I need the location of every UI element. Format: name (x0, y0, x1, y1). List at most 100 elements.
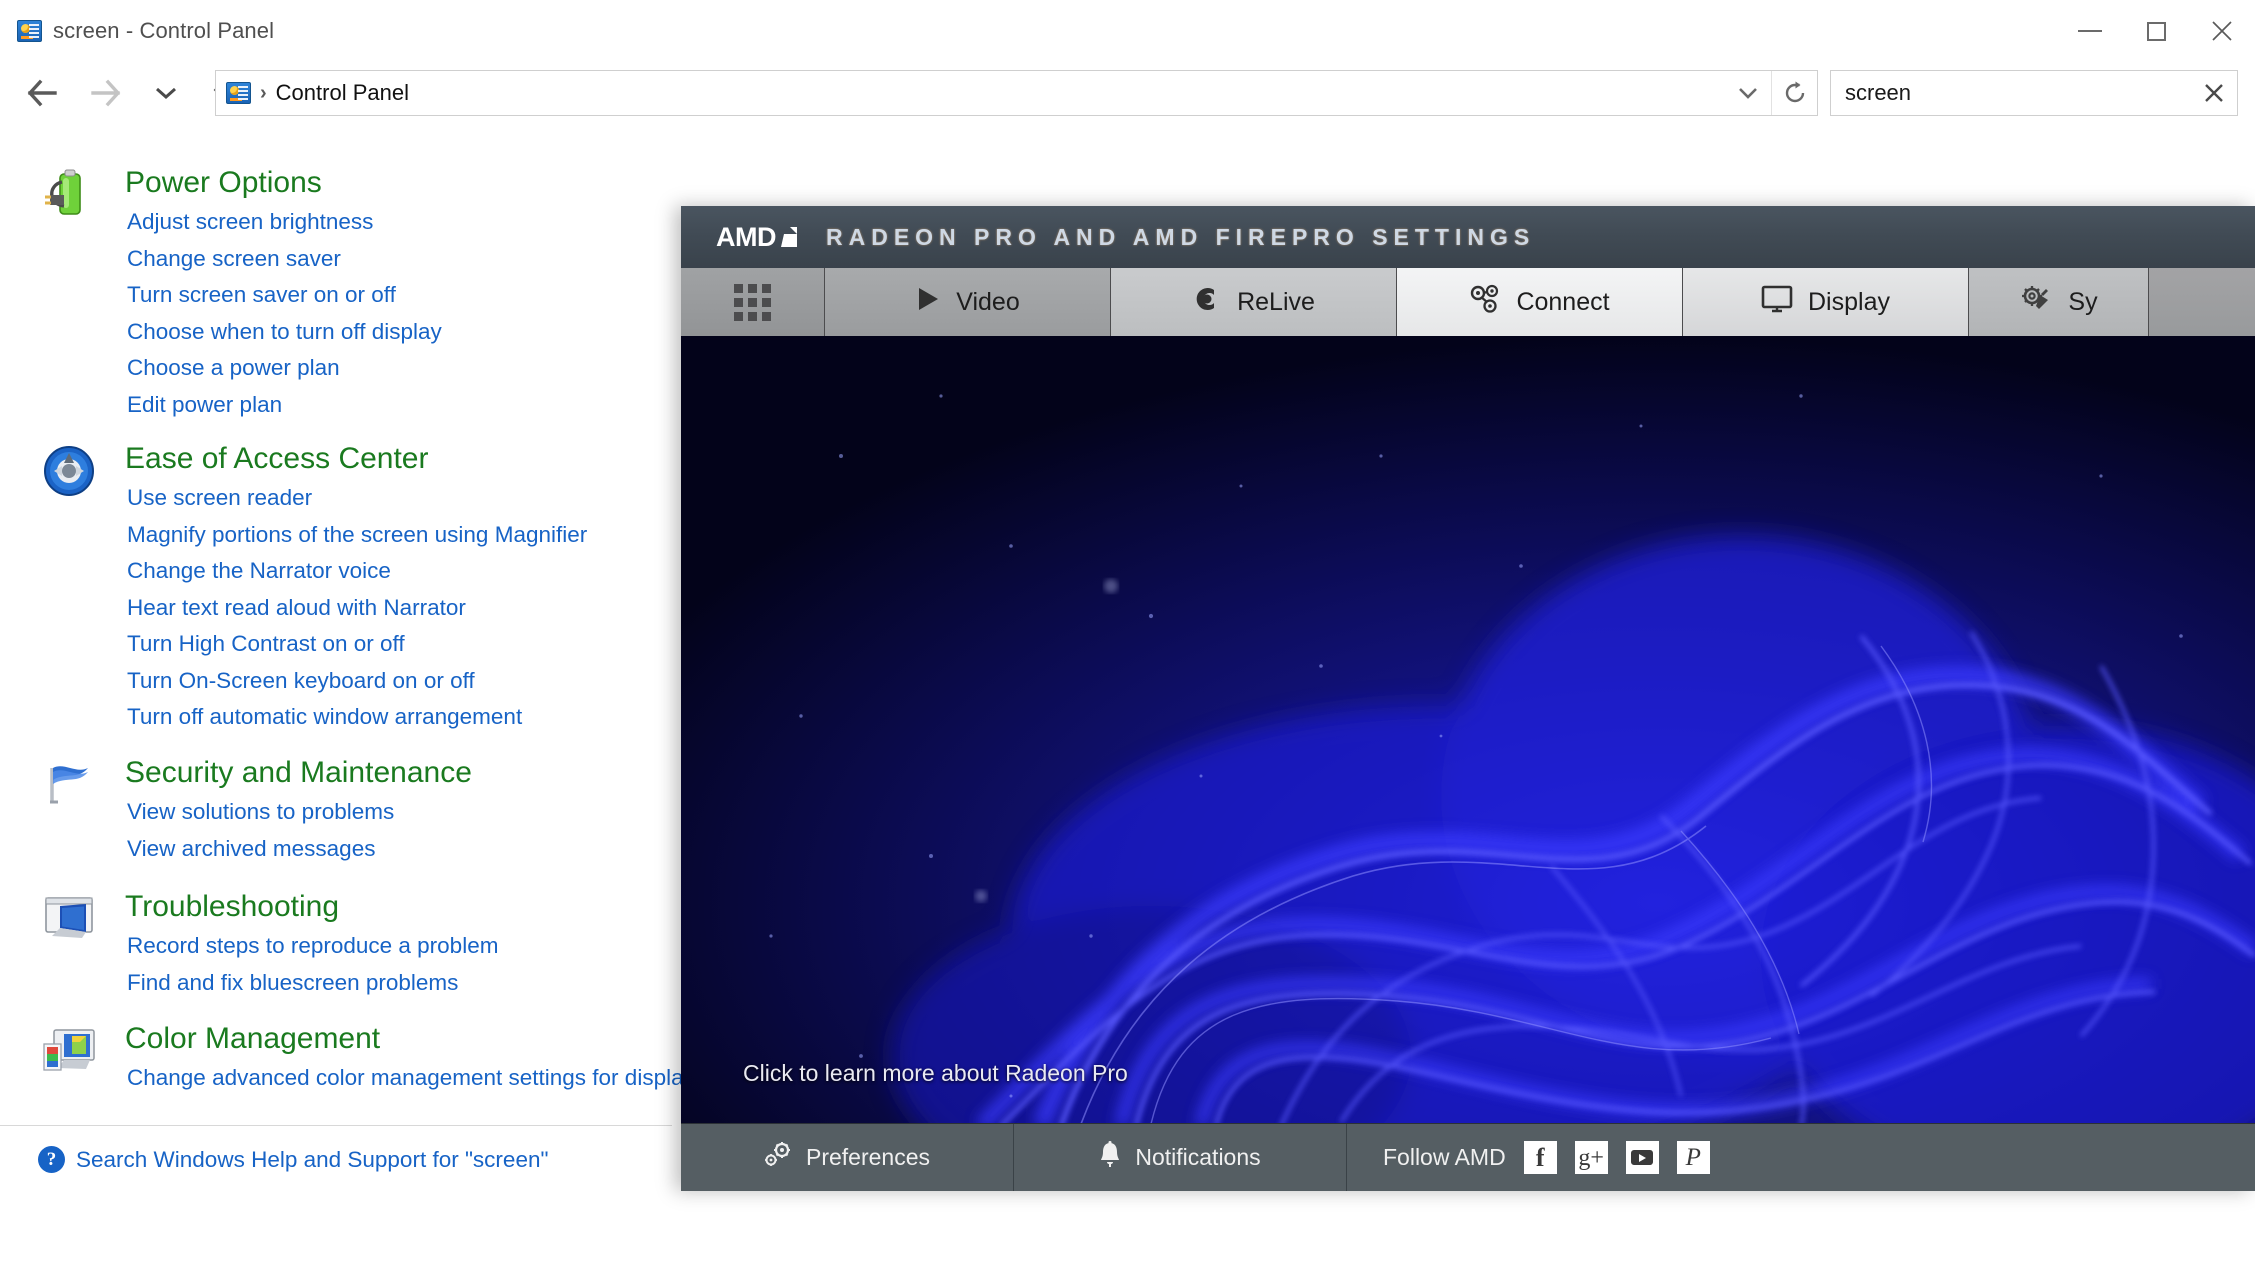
connect-nodes-icon (1469, 284, 1501, 321)
help-search-link[interactable]: Search Windows Help and Support for "scr… (76, 1147, 548, 1173)
relive-icon (1192, 284, 1222, 321)
result-link[interactable]: Magnify portions of the screen using Mag… (125, 517, 587, 554)
close-button[interactable] (2189, 0, 2255, 62)
breadcrumb[interactable]: › Control Panel (216, 80, 409, 106)
result-link[interactable]: Turn On-Screen keyboard on or off (125, 663, 587, 700)
address-dropdown-button[interactable] (1725, 71, 1771, 115)
result-link[interactable]: Hear text read aloud with Narrator (125, 590, 587, 627)
result-group-ease-of-access: Ease of Access Center Use screen reader … (0, 444, 587, 736)
breadcrumb-separator: › (260, 82, 267, 104)
refresh-button[interactable] (1771, 71, 1817, 115)
close-icon (2205, 84, 2223, 102)
troubleshooting-icon (42, 892, 96, 946)
recent-locations-button[interactable] (138, 65, 194, 121)
notifications-label: Notifications (1135, 1144, 1261, 1170)
group-title[interactable]: Troubleshooting (125, 892, 498, 922)
result-link[interactable]: Edit power plan (125, 387, 442, 424)
gear-wrench-icon (2019, 284, 2053, 321)
result-link[interactable]: Change advanced color management setting… (125, 1060, 695, 1097)
youtube-glyph (1631, 1150, 1654, 1165)
window-controls (2057, 0, 2255, 62)
window-title: screen - Control Panel (53, 18, 275, 43)
notifications-button[interactable]: Notifications (1014, 1124, 1347, 1191)
pinterest-icon[interactable]: P (1676, 1141, 1710, 1174)
result-link[interactable]: Choose a power plan (125, 350, 442, 387)
maximize-icon (2146, 21, 2166, 41)
result-link[interactable]: Adjust screen brightness (125, 204, 442, 241)
tab-video[interactable]: Video (825, 268, 1111, 336)
amd-logo: AMD (716, 222, 799, 253)
chevron-down-icon (156, 87, 176, 100)
breadcrumb-control-panel-icon (226, 82, 251, 104)
plasma-artwork (681, 336, 2255, 1123)
amd-logo-text: AMD (716, 221, 777, 252)
group-title[interactable]: Ease of Access Center (125, 444, 587, 474)
title-bar: screen - Control Panel (0, 0, 2255, 62)
group-title[interactable]: Power Options (125, 168, 442, 198)
tab-system[interactable]: Sy (1969, 268, 2149, 336)
address-bar[interactable]: › Control Panel (215, 70, 1818, 116)
result-link[interactable]: Find and fix bluescreen problems (125, 965, 498, 1002)
tab-display[interactable]: Display (1683, 268, 1969, 336)
security-maintenance-icon (42, 758, 96, 812)
result-link[interactable]: Turn screen saver on or off (125, 277, 442, 314)
amd-hero-banner[interactable]: Click to learn more about Radeon Pro (681, 336, 2255, 1123)
follow-amd-section: Follow AMD f g+ P (1347, 1141, 1710, 1174)
result-link[interactable]: Turn High Contrast on or off (125, 626, 587, 663)
result-link[interactable]: View solutions to problems (125, 794, 472, 831)
result-link[interactable]: Change the Narrator voice (125, 553, 587, 590)
ease-of-access-icon (42, 444, 96, 498)
preferences-button[interactable]: Preferences (681, 1124, 1014, 1191)
control-panel-icon (17, 20, 42, 42)
group-title[interactable]: Color Management (125, 1024, 695, 1054)
googleplus-glyph: g+ (1578, 1144, 1604, 1171)
result-link[interactable]: Change screen saver (125, 241, 442, 278)
preferences-label: Preferences (805, 1144, 930, 1170)
play-icon (915, 285, 941, 320)
result-link[interactable]: Turn off automatic window arrangement (125, 699, 587, 736)
group-title[interactable]: Security and Maintenance (125, 758, 472, 788)
learn-more-link[interactable]: Click to learn more about Radeon Pro (743, 1060, 1128, 1087)
minimize-icon (2078, 30, 2102, 32)
tab-connect[interactable]: Connect (1397, 268, 1683, 336)
result-group-troubleshooting: Troubleshooting Record steps to reproduc… (0, 892, 498, 1001)
help-search-row[interactable]: ? Search Windows Help and Support for "s… (38, 1146, 548, 1173)
bell-icon (1099, 1140, 1121, 1175)
minimize-button[interactable] (2057, 0, 2123, 62)
result-link[interactable]: Record steps to reproduce a problem (125, 928, 498, 965)
tab-label: Video (956, 287, 1020, 316)
result-group-security-maintenance: Security and Maintenance View solutions … (0, 758, 472, 867)
monitor-icon (1761, 285, 1793, 320)
back-arrow-icon (27, 79, 57, 107)
back-button[interactable] (14, 65, 70, 121)
forward-button[interactable] (78, 65, 134, 121)
result-link[interactable]: Use screen reader (125, 480, 587, 517)
follow-amd-label: Follow AMD (1383, 1144, 1506, 1170)
amd-header-title: RADEON PRO AND AMD FIREPRO SETTINGS (826, 223, 1536, 250)
facebook-icon[interactable]: f (1523, 1141, 1557, 1174)
amd-header: AMD RADEON PRO AND AMD FIREPRO SETTINGS (681, 206, 2255, 268)
forward-arrow-icon (91, 79, 121, 107)
search-input[interactable] (1831, 80, 2191, 106)
tab-apps-grid[interactable] (681, 268, 825, 336)
maximize-button[interactable] (2123, 0, 2189, 62)
pinterest-glyph: P (1685, 1144, 1701, 1171)
clear-search-button[interactable] (2191, 71, 2237, 115)
breadcrumb-label[interactable]: Control Panel (276, 80, 409, 106)
tab-label: Sy (2068, 287, 2098, 316)
amd-tab-bar: Video ReLive Connect Display Sy (681, 268, 2255, 336)
results-divider (0, 1125, 672, 1126)
result-group-power-options: Power Options Adjust screen brightness C… (0, 168, 442, 423)
result-group-color-management: Color Management Change advanced color m… (0, 1024, 695, 1097)
result-link[interactable]: Choose when to turn off display (125, 314, 442, 351)
power-options-icon (42, 168, 96, 222)
color-management-icon (42, 1024, 96, 1078)
title-bar-left: screen - Control Panel (0, 18, 274, 44)
googleplus-icon[interactable]: g+ (1574, 1141, 1608, 1174)
youtube-icon[interactable] (1625, 1141, 1659, 1174)
search-box[interactable] (1830, 70, 2238, 116)
amd-arrow-icon (779, 225, 799, 249)
result-link[interactable]: View archived messages (125, 831, 472, 868)
tab-relive[interactable]: ReLive (1111, 268, 1397, 336)
control-panel-window: screen - Control Panel › Control Panel s… (0, 0, 2255, 1269)
